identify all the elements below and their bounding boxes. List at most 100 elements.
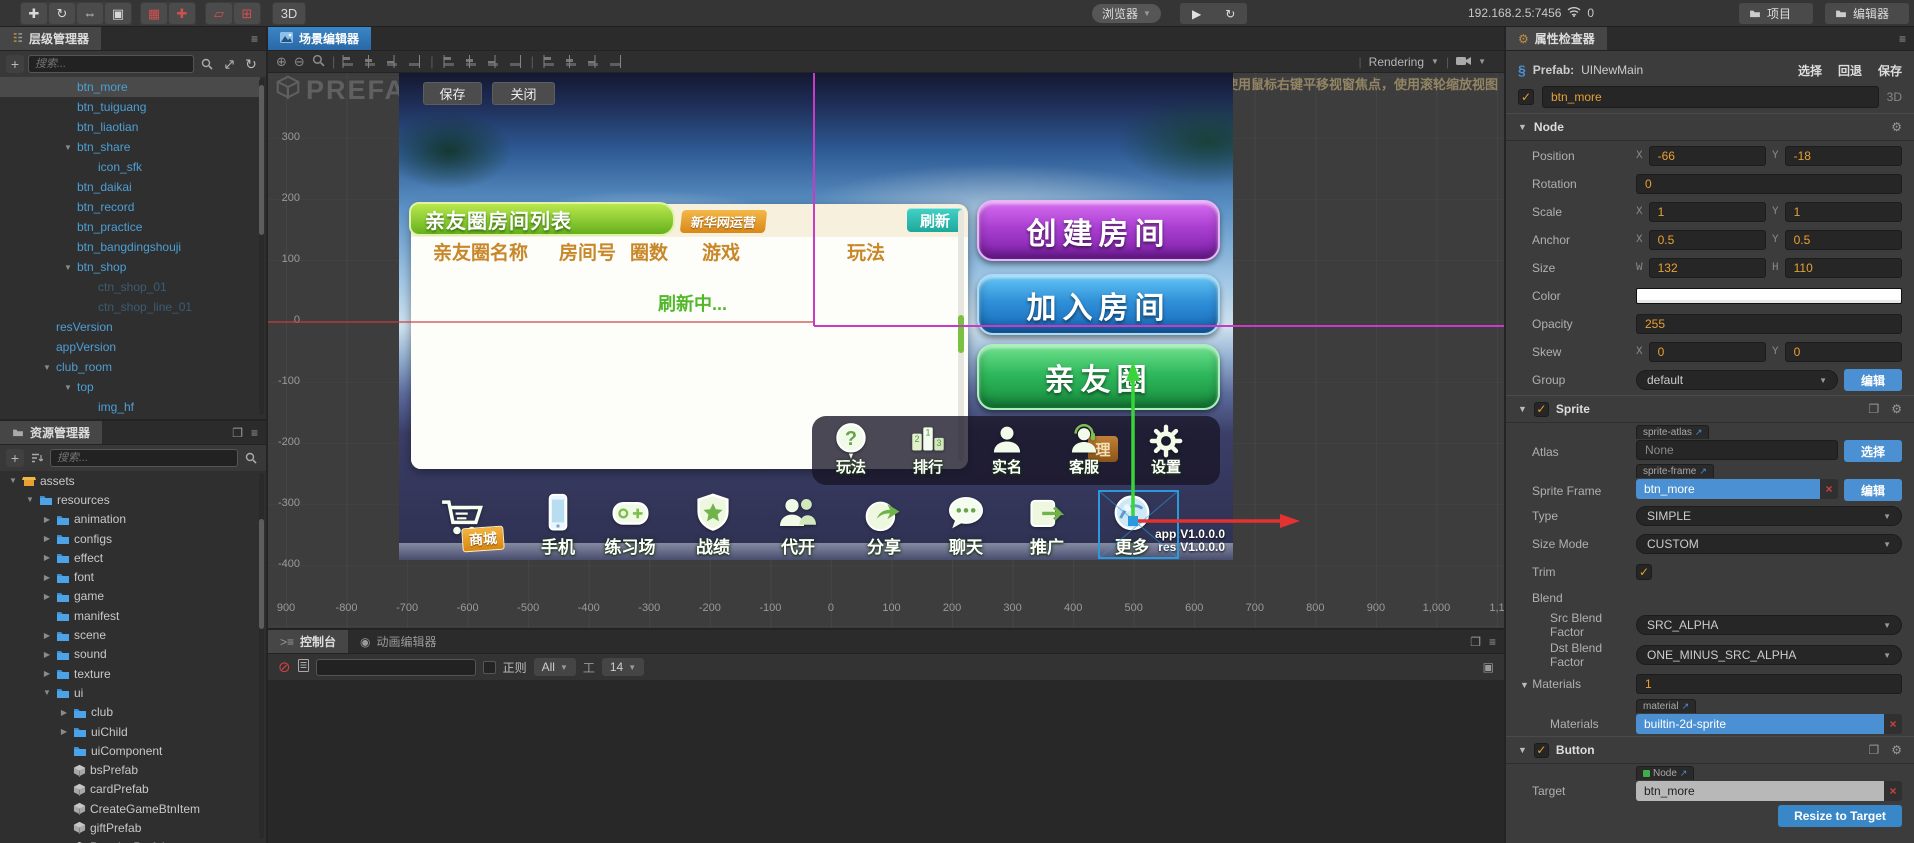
asset-animation[interactable]: ▶animation	[0, 510, 260, 529]
hierarchy-node-btn_share[interactable]: ▼btn_share	[0, 137, 260, 157]
prefab-select-button[interactable]: 选择	[1798, 62, 1822, 79]
hierarchy-node-btn_shop[interactable]: ▼btn_shop	[0, 257, 260, 277]
game-button-设置[interactable]: 设置	[1145, 420, 1187, 477]
size-h-input[interactable]: 110	[1785, 258, 1902, 278]
asset-assets[interactable]: ▼assets	[0, 471, 260, 490]
hierarchy-node-btn_record[interactable]: btn_record	[0, 197, 260, 217]
expand-arrow-icon[interactable]: ▼	[63, 143, 73, 152]
panel-menu-icon[interactable]: ≡	[251, 426, 258, 440]
size-mode-select[interactable]: CUSTOM▼	[1636, 534, 1902, 554]
button-enabled-checkbox[interactable]: ✓	[1534, 743, 1549, 758]
tab-assets[interactable]: 资源管理器	[0, 421, 102, 444]
hierarchy-node-btn_liaotian[interactable]: btn_liaotian	[0, 117, 260, 137]
prefab-revert-button[interactable]: 回退	[1838, 62, 1862, 79]
game-button-更多[interactable]: 更多	[1108, 490, 1156, 558]
asset-sound[interactable]: ▶sound	[0, 645, 260, 664]
game-button-代开[interactable]: 代开	[774, 490, 822, 558]
anchor-mode-icon[interactable]: ✚	[169, 3, 195, 24]
material-input[interactable]: builtin-2d-sprite	[1636, 714, 1884, 734]
expand-arrow-icon[interactable]: ▶	[42, 553, 52, 562]
float-panel-icon[interactable]: ❐	[1470, 635, 1481, 649]
node-name-input[interactable]: btn_more	[1542, 86, 1879, 108]
panel-menu-icon[interactable]: ≡	[251, 32, 258, 46]
asset-effect[interactable]: ▶effect	[0, 548, 260, 567]
search-icon[interactable]	[242, 449, 260, 467]
assets-scrollbar[interactable]	[259, 473, 264, 839]
resize-to-target-button[interactable]: Resize to Target	[1778, 805, 1902, 827]
asset-uiComponent[interactable]: uiComponent	[0, 741, 260, 760]
color-swatch[interactable]	[1636, 288, 1902, 304]
expand-arrow-icon[interactable]: ▼	[25, 495, 35, 504]
copy-component-icon[interactable]: ❐	[1868, 743, 1879, 757]
preview-target-dropdown[interactable]: 浏览器▼	[1092, 4, 1161, 23]
rendering-dropdown[interactable]: Rendering	[1369, 55, 1424, 69]
clear-target-icon[interactable]: ×	[1884, 781, 1902, 801]
tab-console[interactable]: >≡ 控制台	[268, 630, 348, 653]
panel-menu-icon[interactable]: ≡	[1899, 32, 1906, 46]
target-input[interactable]: btn_more	[1636, 781, 1884, 801]
expand-arrow-icon[interactable]: ▼	[42, 363, 52, 372]
align-icon[interactable]	[565, 54, 578, 69]
prefab-close-button[interactable]: 关闭	[492, 82, 555, 105]
3d-mode-button[interactable]: 3D	[273, 3, 305, 24]
hierarchy-node-ctn_shop_01[interactable]: ctn_shop_01	[0, 277, 260, 297]
opacity-input[interactable]: 255	[1636, 314, 1902, 334]
scale-tool-icon[interactable]: ⇔	[77, 3, 103, 24]
game-button-练习场[interactable]: 练习场	[605, 490, 656, 558]
expand-arrow-icon[interactable]: ▶	[59, 727, 69, 736]
game-button-亲友圈[interactable]: 亲友圈	[977, 344, 1220, 410]
zoom-in-icon[interactable]: ⊕	[276, 54, 287, 70]
skew-x-input[interactable]: 0	[1649, 342, 1766, 362]
game-button-手机[interactable]: 手机	[534, 490, 582, 558]
hierarchy-node-btn_tuiguang[interactable]: btn_tuiguang	[0, 97, 260, 117]
asset-uiChild[interactable]: ▶uiChild	[0, 722, 260, 741]
hierarchy-node-btn_daikai[interactable]: btn_daikai	[0, 177, 260, 197]
scale-y-input[interactable]: 1	[1785, 202, 1902, 222]
local-gizmo-icon[interactable]: ▱	[206, 3, 232, 24]
add-node-button[interactable]: +	[6, 55, 24, 73]
sprite-section-header[interactable]: ▼ ✓ Sprite ❐ ⚙	[1506, 395, 1914, 423]
game-button-客服[interactable]: 客服	[1063, 420, 1105, 477]
game-button-创建房间[interactable]: 创建房间	[977, 200, 1220, 261]
expand-all-icon[interactable]	[220, 55, 238, 73]
open-project-button[interactable]: 项目	[1739, 3, 1813, 24]
tab-animation-editor[interactable]: ◉ 动画编辑器	[348, 630, 449, 653]
expand-arrow-icon[interactable]: ▶	[42, 573, 52, 582]
trim-checkbox[interactable]: ✓	[1636, 564, 1652, 580]
expand-arrow-icon[interactable]: ▼	[8, 476, 18, 485]
game-button-加入房间[interactable]: 加入房间	[977, 274, 1220, 335]
gear-icon[interactable]: ⚙	[1891, 743, 1902, 757]
rotation-input[interactable]: 0	[1636, 174, 1902, 194]
align-icon[interactable]	[509, 54, 522, 69]
clear-material-icon[interactable]: ×	[1884, 714, 1902, 734]
console-filter-input[interactable]	[316, 659, 476, 676]
camera-icon[interactable]	[1456, 55, 1471, 69]
group-edit-button[interactable]: 编辑	[1844, 369, 1902, 391]
atlas-input[interactable]: None	[1636, 440, 1838, 460]
hierarchy-node-appVersion[interactable]: appVersion	[0, 337, 260, 357]
hierarchy-node-ctn_shop_line_01[interactable]: ctn_shop_line_01	[0, 297, 260, 317]
asset-bsPrefab[interactable]: bsPrefab	[0, 760, 260, 779]
expand-arrow-icon[interactable]: ▶	[42, 669, 52, 678]
align-icon[interactable]	[408, 54, 421, 69]
hierarchy-node-img_hf[interactable]: img_hf	[0, 397, 260, 417]
align-icon[interactable]	[543, 54, 556, 69]
game-button-聊天[interactable]: 聊天	[942, 490, 990, 558]
align-icon[interactable]	[465, 54, 478, 69]
button-section-header[interactable]: ▼ ✓ Button ❐ ⚙	[1506, 736, 1914, 764]
hierarchy-node-top[interactable]: ▼top	[0, 377, 260, 397]
align-icon[interactable]	[609, 54, 622, 69]
dst-blend-select[interactable]: ONE_MINUS_SRC_ALPHA▼	[1636, 645, 1902, 665]
scale-x-input[interactable]: 1	[1649, 202, 1766, 222]
align-icon[interactable]	[386, 54, 399, 69]
asset-manifest[interactable]: manifest	[0, 606, 260, 625]
game-button-推广[interactable]: 推广	[1023, 490, 1071, 558]
zoom-out-icon[interactable]: ⊖	[294, 54, 305, 70]
rect-tool-icon[interactable]: ▣	[105, 3, 131, 24]
asset-CreateGameBtnItem[interactable]: CreateGameBtnItem	[0, 799, 260, 818]
asset-club[interactable]: ▶club	[0, 703, 260, 722]
global-gizmo-icon[interactable]: ⊞	[234, 3, 260, 24]
atlas-choose-button[interactable]: 选择	[1844, 440, 1902, 462]
expand-arrow-icon[interactable]: ▼	[63, 263, 73, 272]
expand-arrow-icon[interactable]: ▶	[42, 592, 52, 601]
